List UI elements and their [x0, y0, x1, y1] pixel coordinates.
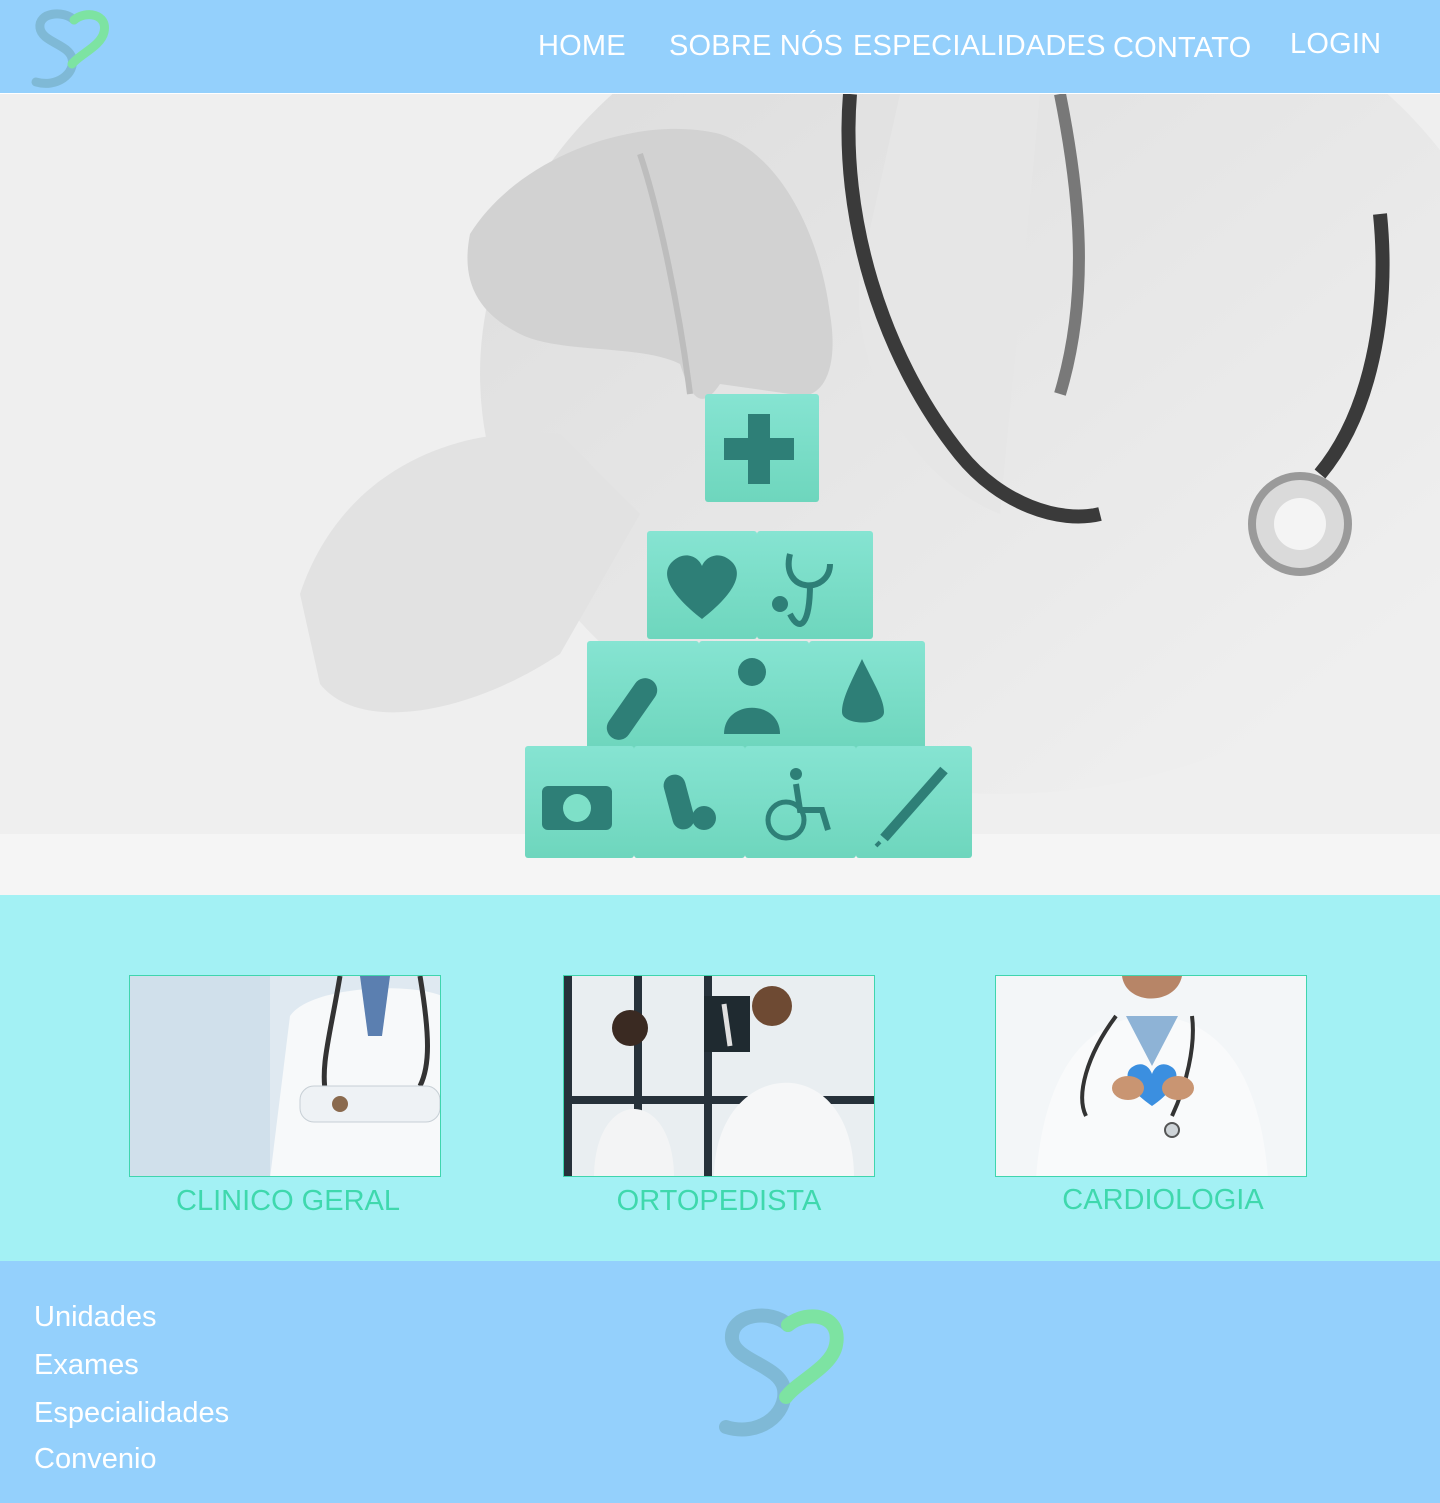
site-header: HOME SOBRE NÓS ESPECIALIDADES CONTATO LO…	[0, 0, 1440, 94]
nav-sobre-nos[interactable]: SOBRE NÓS	[669, 30, 843, 63]
ortopedista-image[interactable]	[563, 975, 875, 1177]
cardiologia-label[interactable]: CARDIOLOGIA	[983, 1184, 1343, 1217]
site-footer: Unidades Exames Especialidades Convenio	[0, 1261, 1440, 1503]
ortopedista-label[interactable]: ORTOPEDISTA	[539, 1185, 899, 1218]
nav-home[interactable]: HOME	[538, 30, 626, 63]
clinico-geral-image[interactable]	[129, 975, 441, 1177]
hero-banner	[0, 94, 1440, 895]
nav-especialidades[interactable]: ESPECIALIDADES	[853, 30, 1106, 63]
footer-link-unidades[interactable]: Unidades	[34, 1301, 157, 1334]
footer-link-convenio[interactable]: Convenio	[34, 1443, 157, 1476]
footer-link-exames[interactable]: Exames	[34, 1349, 139, 1382]
cardiologia-image[interactable]	[995, 975, 1307, 1177]
footer-link-especialidades[interactable]: Especialidades	[34, 1397, 229, 1430]
nav-login[interactable]: LOGIN	[1290, 28, 1381, 61]
nav-contato[interactable]: CONTATO	[1113, 32, 1251, 65]
heart-s-logo-icon[interactable]	[30, 8, 110, 90]
hero-image	[0, 94, 1440, 895]
doctor-icon	[738, 658, 766, 686]
clinico-geral-label[interactable]: CLINICO GERAL	[108, 1185, 468, 1218]
heart-s-logo-icon	[719, 1308, 844, 1437]
specialties-section: CLINICO GERAL ORTOPEDISTA CARDIOLOGIA	[0, 895, 1440, 1261]
